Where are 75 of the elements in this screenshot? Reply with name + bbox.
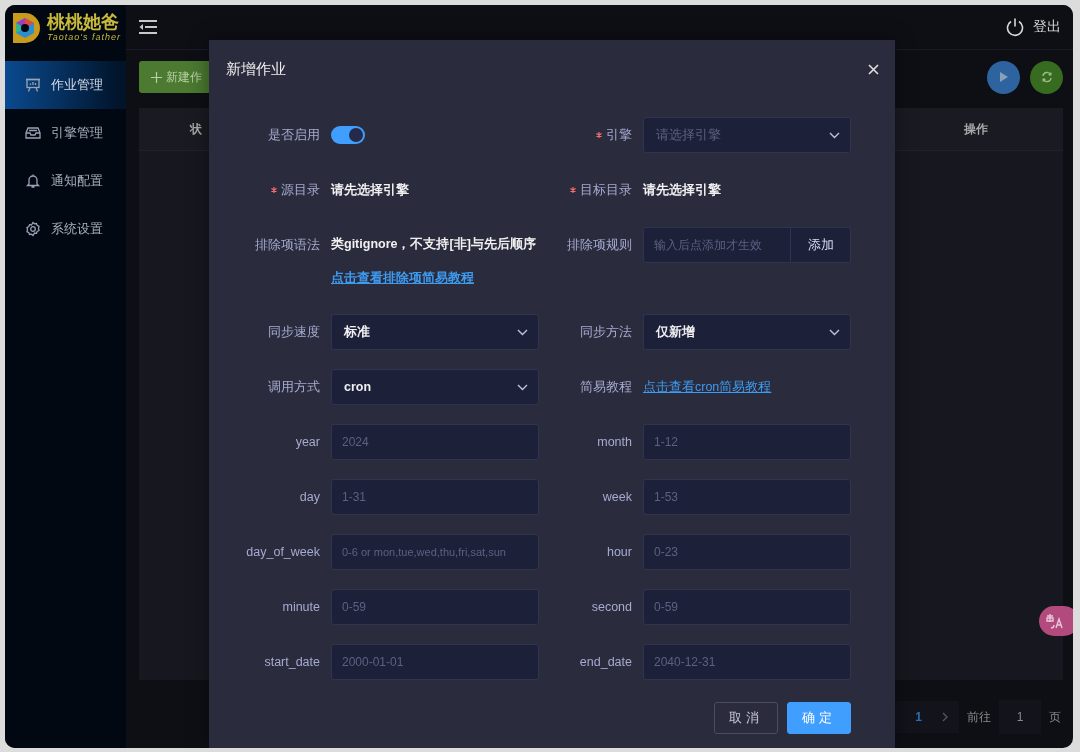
caret-icon: [517, 328, 528, 336]
input-field[interactable]: 1-31: [331, 479, 539, 515]
field-label: 目标目录: [580, 181, 632, 199]
input-field[interactable]: 0-6 or mon,tue,wed,thu,fri,sat,sun: [331, 534, 539, 570]
caret-icon: [829, 131, 840, 139]
play-icon: [999, 72, 1008, 82]
field-label: hour: [606, 545, 632, 559]
field-label: 是否启用: [268, 126, 320, 144]
field-label: start_date: [264, 655, 320, 669]
field-value: 请先选择引擎: [331, 181, 409, 199]
field-label: month: [597, 435, 632, 449]
cancel-button[interactable]: 取消: [714, 702, 778, 734]
sidebar-item[interactable]: 作业管理: [5, 61, 126, 109]
field-label: day_of_week: [246, 545, 320, 559]
input-field[interactable]: 2040-12-31: [643, 644, 851, 680]
field-label: day: [299, 490, 320, 504]
toggle-switch[interactable]: [331, 126, 365, 144]
syntax-note: 类gitignore，不支持[非]与先后顺序 点击查看排除项简易教程: [331, 236, 537, 287]
goto-label: 前往: [967, 708, 991, 726]
add-button[interactable]: 添加: [791, 227, 851, 263]
power-icon: [1005, 17, 1025, 37]
input-field[interactable]: 0-59: [331, 589, 539, 625]
dropdown[interactable]: 仅新增: [643, 314, 851, 350]
input-field[interactable]: 0-23: [643, 534, 851, 570]
input-field[interactable]: 1-53: [643, 479, 851, 515]
tutorial-link[interactable]: 点击查看cron简易教程: [643, 378, 772, 396]
page-input[interactable]: 1: [999, 700, 1041, 734]
column-header: 操作: [964, 120, 988, 138]
translate-icon[interactable]: [1039, 606, 1073, 636]
chevron-right-icon[interactable]: [942, 712, 949, 722]
field-label: 源目录: [281, 181, 320, 199]
field-label: week: [602, 490, 632, 504]
caret-icon: [517, 383, 528, 391]
field-label: 同步速度: [268, 323, 320, 341]
presentation-board-icon: [25, 77, 41, 93]
inbox-icon: [25, 125, 41, 141]
sidebar-item[interactable]: 引擎管理: [5, 109, 126, 157]
field-label: 排除项语法: [255, 236, 320, 254]
caret-icon: [829, 328, 840, 336]
field-label: 排除项规则: [567, 236, 632, 254]
plus-icon: [151, 71, 162, 83]
dropdown[interactable]: 标准: [331, 314, 539, 350]
logout-button[interactable]: 登出: [1005, 17, 1061, 37]
input-field[interactable]: 1-12: [643, 424, 851, 460]
page-suffix: 页: [1049, 708, 1061, 726]
page-number[interactable]: 1: [915, 710, 922, 724]
sidebar-item[interactable]: 通知配置: [5, 157, 126, 205]
refresh-icon: [1040, 71, 1053, 83]
logo-subtitle: Taotao's father: [47, 33, 121, 42]
dropdown[interactable]: cron: [331, 369, 539, 405]
tutorial-link[interactable]: 点击查看排除项简易教程: [331, 271, 474, 285]
input-field[interactable]: 2000-01-01: [331, 644, 539, 680]
field-label: 简易教程: [580, 378, 632, 396]
field-label: second: [591, 600, 632, 614]
input-field[interactable]: 0-59: [643, 589, 851, 625]
dialog-title: 新增作业: [226, 60, 286, 79]
field-label: 调用方式: [268, 378, 320, 396]
menu-fold-icon[interactable]: [138, 19, 158, 35]
field-label: 同步方法: [580, 323, 632, 341]
field-value: 请先选择引擎: [643, 181, 721, 199]
close-button[interactable]: [868, 64, 879, 75]
field-label: year: [295, 435, 320, 449]
input-field[interactable]: 2024: [331, 424, 539, 460]
field-label: minute: [282, 600, 320, 614]
bell-icon: [25, 173, 41, 189]
refresh-button[interactable]: [1030, 60, 1063, 94]
sidebar-item[interactable]: 系统设置: [5, 205, 126, 253]
close-icon: [868, 64, 879, 75]
field-label: end_date: [579, 655, 632, 669]
field-label: 引擎: [606, 126, 632, 144]
logo-title: 桃桃她爸: [47, 13, 120, 31]
input-field[interactable]: 输入后点添加才生效: [643, 227, 791, 263]
column-header: 状: [190, 120, 202, 138]
run-button[interactable]: [987, 60, 1020, 94]
gear-icon: [25, 221, 41, 237]
